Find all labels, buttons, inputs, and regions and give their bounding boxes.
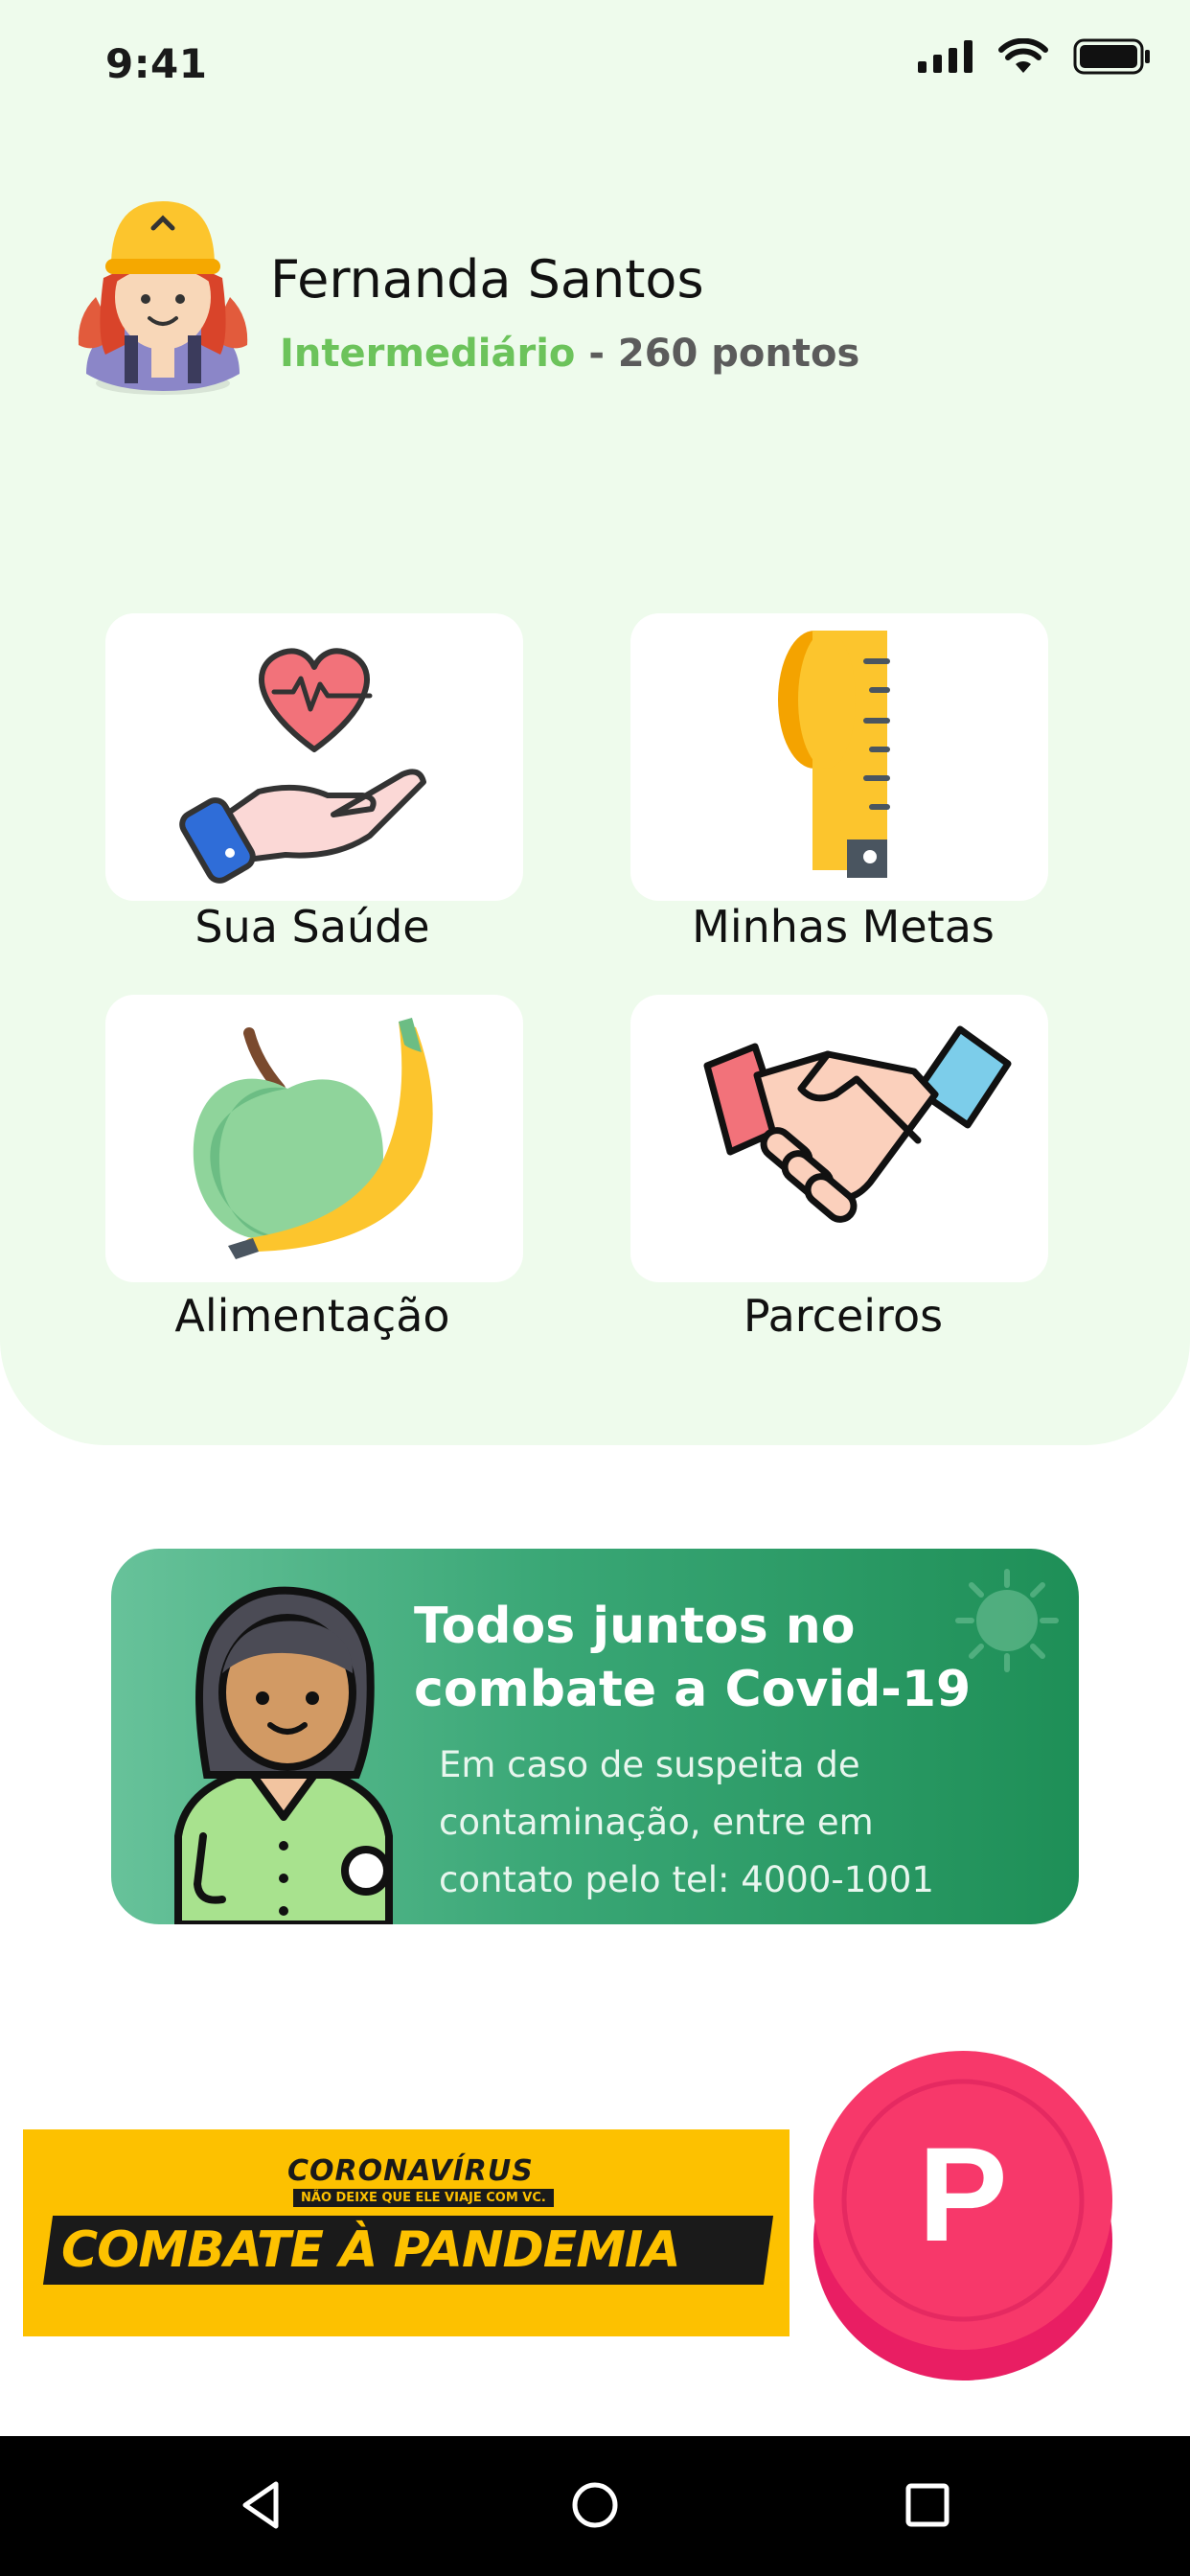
level-name: Intermediário — [280, 332, 576, 376]
measuring-tape-icon — [778, 631, 890, 878]
recents-icon[interactable] — [899, 2476, 956, 2534]
battery-icon — [1073, 38, 1150, 75]
status-bar: 9:41 — [0, 0, 1190, 115]
pandemic-banner-sub: NÃO DEIXE QUE ELE VIAJE COM VC. — [293, 2189, 554, 2207]
apple-banana-icon — [193, 1018, 433, 1259]
pandemic-banner-main: COMBATE À PANDEMIA — [61, 2221, 681, 2279]
status-time: 9:41 — [105, 40, 208, 87]
wifi-icon — [998, 38, 1048, 73]
heart-hand-icon — [179, 648, 426, 884]
menu-card-partners[interactable] — [630, 995, 1048, 1282]
menu-card-goals[interactable] — [630, 613, 1048, 901]
user-level: Intermediário - 260 pontos — [280, 332, 859, 376]
menu-card-food[interactable] — [105, 995, 523, 1282]
back-icon[interactable] — [234, 2476, 291, 2534]
home-icon[interactable] — [566, 2476, 624, 2534]
user-profile[interactable]: Fernanda Santos Intermediário - 260 pont… — [67, 192, 1121, 402]
p-button-label: P — [918, 2119, 1007, 2269]
pandemic-banner[interactable]: CORONAVÍRUS NÃO DEIXE QUE ELE VIAJE COM … — [23, 2129, 790, 2336]
p-floating-button[interactable]: P — [811, 2049, 1115, 2384]
covid-banner-title: Todos juntos no combate a Covid-19 — [414, 1598, 972, 1718]
menu-label-partners: Parceiros — [743, 1290, 944, 1342]
menu-label-health: Sua Saúde — [195, 901, 430, 953]
covid-banner[interactable]: Todos juntos no combate a Covid-19 Em ca… — [111, 1549, 1079, 1924]
doctor-icon — [174, 1586, 393, 1924]
cellular-signal-icon — [918, 40, 973, 73]
points-count: - 260 pontos — [575, 332, 860, 376]
menu-label-food: Alimentação — [174, 1290, 450, 1342]
handshake-icon — [703, 1025, 1012, 1223]
avatar[interactable] — [67, 192, 259, 402]
system-nav-bar — [0, 2436, 1190, 2576]
covid-banner-text: Em caso de suspeita de contaminação, ent… — [439, 1744, 934, 1900]
menu-label-goals: Minhas Metas — [692, 901, 995, 953]
menu-card-health[interactable] — [105, 613, 523, 901]
user-name: Fernanda Santos — [270, 249, 704, 310]
pandemic-banner-top: CORONAVÍRUS — [287, 2154, 534, 2188]
status-icons — [918, 38, 1152, 75]
